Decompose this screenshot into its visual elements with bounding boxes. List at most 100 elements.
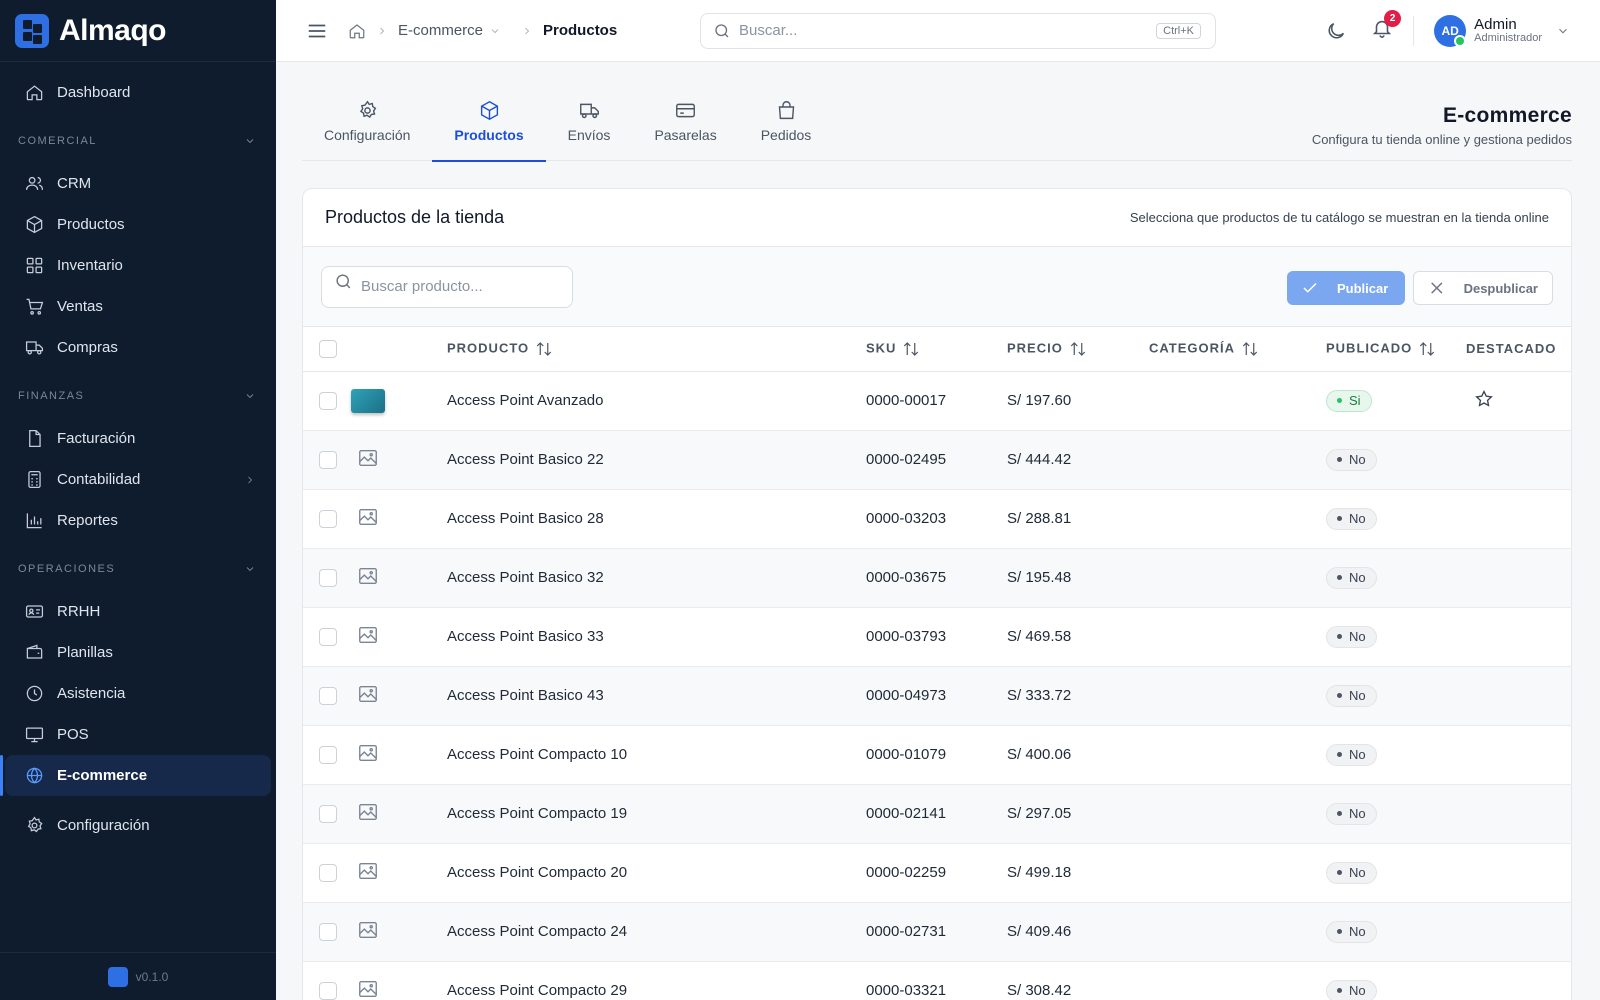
tab-pasarelas[interactable]: Pasarelas: [632, 92, 738, 161]
home-icon[interactable]: [348, 22, 366, 40]
published-status-badge[interactable]: No: [1326, 566, 1377, 589]
sidebar-section-finanzas[interactable]: FINANZAS: [0, 374, 276, 418]
published-status-badge[interactable]: No: [1326, 448, 1377, 471]
sidebar-section-operaciones[interactable]: OPERACIONES: [0, 547, 276, 591]
published-status-badge[interactable]: No: [1326, 979, 1377, 1000]
global-search-input[interactable]: [739, 22, 1139, 39]
sidebar-item-rrhh[interactable]: RRHH: [5, 591, 271, 632]
tab-pedidos[interactable]: Pedidos: [739, 92, 834, 161]
sidebar-item-configuracion[interactable]: Configuración: [5, 805, 271, 846]
image-placeholder-icon: [359, 980, 377, 997]
published-status-badge[interactable]: Si: [1326, 389, 1372, 412]
sort-icon[interactable]: [1417, 340, 1437, 358]
row-checkbox[interactable]: [319, 391, 337, 410]
sort-icon[interactable]: [1068, 340, 1088, 358]
sidebar-item-ventas[interactable]: Ventas: [5, 286, 271, 327]
tab-productos[interactable]: Productos: [432, 92, 546, 162]
table-row[interactable]: Access Point Compacto 10 0000-01079 S/ 400…: [303, 725, 1571, 785]
column-categoria[interactable]: CATEGORÍA: [1149, 327, 1326, 372]
row-checkbox[interactable]: [319, 863, 337, 882]
chevron-down-icon[interactable]: [489, 25, 501, 37]
published-status-badge[interactable]: No: [1326, 861, 1377, 884]
published-status-badge[interactable]: No: [1326, 625, 1377, 648]
sidebar-item-label: Planillas: [57, 644, 113, 661]
tab-configuracion[interactable]: Configuración: [302, 92, 432, 161]
brand[interactable]: Almaqo: [0, 0, 276, 62]
sidebar-item-crm[interactable]: CRM: [5, 163, 271, 204]
row-image-cell: [355, 725, 447, 785]
check-icon: [1303, 282, 1317, 293]
publish-button[interactable]: Publicar: [1287, 271, 1405, 305]
table-row[interactable]: Access Point Basico 32 0000-03675 S/ 195.4…: [303, 548, 1571, 608]
sidebar-item-reportes[interactable]: Reportes: [5, 500, 271, 541]
published-status-badge[interactable]: No: [1326, 743, 1377, 766]
tab-envios[interactable]: Envíos: [546, 92, 633, 161]
chevron-down-icon[interactable]: [1556, 24, 1570, 38]
top-header: E-commerce Productos Ctrl+K 2 AD Admin A…: [276, 0, 1600, 62]
product-search[interactable]: [321, 265, 573, 308]
published-status-badge[interactable]: No: [1326, 507, 1377, 530]
row-checkbox[interactable]: [319, 981, 337, 1000]
sidebar-item-inventario[interactable]: Inventario: [5, 245, 271, 286]
breadcrumb-ecommerce[interactable]: E-commerce: [398, 22, 483, 39]
select-all-checkbox[interactable]: [319, 339, 337, 358]
sidebar-item-compras[interactable]: Compras: [5, 327, 271, 368]
sidebar-item-ecommerce[interactable]: E-commerce: [0, 755, 271, 796]
sort-icon[interactable]: [534, 340, 554, 358]
table-row[interactable]: Access Point Compacto 29 0000-03321 S/ 308…: [303, 961, 1571, 1000]
row-select-cell: [303, 371, 355, 431]
published-status-badge[interactable]: No: [1326, 684, 1377, 707]
moon-icon[interactable]: [1325, 20, 1347, 42]
cart-icon: [26, 298, 44, 315]
sort-icon[interactable]: [1240, 340, 1260, 358]
table-row[interactable]: Access Point Basico 43 0000-04973 S/ 333.7…: [303, 666, 1571, 726]
row-checkbox[interactable]: [319, 568, 337, 587]
sidebar-item-dashboard[interactable]: Dashboard: [5, 72, 271, 113]
row-checkbox[interactable]: [319, 922, 337, 941]
table-row[interactable]: Access Point Basico 22 0000-02495 S/ 444.4…: [303, 430, 1571, 490]
table-row[interactable]: Access Point Basico 33 0000-03793 S/ 469.5…: [303, 607, 1571, 667]
row-checkbox[interactable]: [319, 686, 337, 705]
product-search-input[interactable]: [361, 278, 551, 295]
column-label: CATEGORÍA: [1149, 340, 1236, 356]
row-checkbox[interactable]: [319, 509, 337, 528]
tab-label: Configuración: [324, 127, 411, 143]
table-row[interactable]: Access Point Compacto 20 0000-02259 S/ 499…: [303, 843, 1571, 903]
column-label: PRODUCTO: [447, 340, 530, 356]
sidebar-item-label: Asistencia: [57, 685, 126, 702]
row-checkbox[interactable]: [319, 450, 337, 469]
global-search[interactable]: Ctrl+K: [700, 12, 1216, 49]
sort-icon[interactable]: [901, 340, 921, 358]
row-checkbox[interactable]: [319, 804, 337, 823]
sidebar-item-productos[interactable]: Productos: [5, 204, 271, 245]
sidebar-item-facturacion[interactable]: Facturación: [5, 418, 271, 459]
column-precio[interactable]: PRECIO: [1007, 327, 1149, 372]
gear-icon: [359, 100, 377, 119]
sidebar-item-asistencia[interactable]: Asistencia: [5, 673, 271, 714]
row-select-cell: [303, 961, 355, 1000]
tab-label: Pedidos: [760, 127, 812, 143]
star-icon[interactable]: [1474, 389, 1494, 409]
column-sku[interactable]: SKU: [866, 327, 1007, 372]
avatar[interactable]: AD: [1434, 14, 1467, 47]
user-menu[interactable]: Admin Administrador: [1474, 17, 1542, 44]
row-checkbox[interactable]: [319, 627, 337, 646]
column-producto[interactable]: PRODUCTO: [447, 327, 866, 372]
table-row[interactable]: Access Point Avanzado 0000-00017 S/ 197.60…: [303, 371, 1571, 431]
column-publicado[interactable]: PUBLICADO: [1326, 327, 1466, 372]
sidebar-item-pos[interactable]: POS: [5, 714, 271, 755]
sidebar-item-planillas[interactable]: Planillas: [5, 632, 271, 673]
sidebar-item-contabilidad[interactable]: Contabilidad: [5, 459, 271, 500]
row-checkbox[interactable]: [319, 745, 337, 764]
tab-label: Pasarelas: [654, 127, 717, 143]
table-row[interactable]: Access Point Compacto 19 0000-02141 S/ 297…: [303, 784, 1571, 844]
published-status-badge[interactable]: No: [1326, 802, 1377, 825]
sidebar-section-comercial[interactable]: COMERCIAL: [0, 119, 276, 163]
table-row[interactable]: Access Point Compacto 24 0000-02731 S/ 409…: [303, 902, 1571, 962]
notifications-button[interactable]: 2: [1371, 10, 1402, 44]
table-row[interactable]: Access Point Basico 28 0000-03203 S/ 288.8…: [303, 489, 1571, 549]
unpublish-button[interactable]: Despublicar: [1413, 271, 1553, 305]
published-status-badge[interactable]: No: [1326, 920, 1377, 943]
menu-icon[interactable]: [306, 20, 328, 42]
column-destacado: DESTACADO: [1466, 327, 1571, 372]
